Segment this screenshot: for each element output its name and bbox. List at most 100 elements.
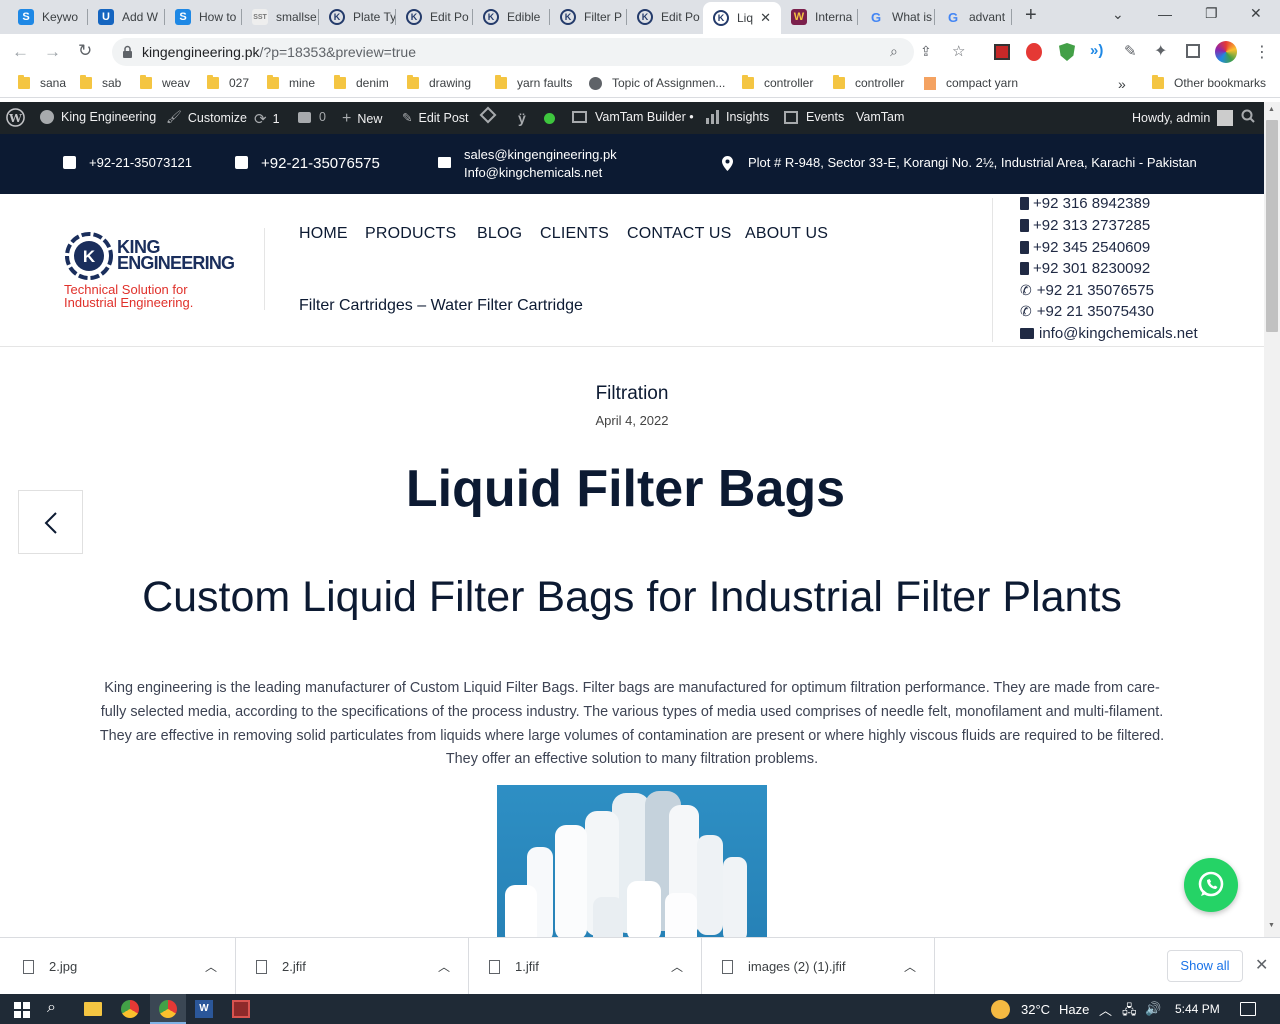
share-icon[interactable]: ⇪ bbox=[920, 43, 932, 60]
volume-icon[interactable]: 🔊 bbox=[1145, 1001, 1161, 1017]
seo-status-icon[interactable] bbox=[544, 113, 555, 124]
download-item[interactable]: 2.jfif ︿ bbox=[236, 938, 469, 995]
bookmark-link[interactable]: Topic of Assignmen... bbox=[589, 76, 725, 90]
nav-products[interactable]: PRODUCTS bbox=[365, 225, 456, 243]
nav-blog[interactable]: BLOG bbox=[477, 225, 522, 243]
nav-clients[interactable]: CLIENTS bbox=[540, 225, 609, 243]
wp-vamtam-link[interactable]: VamTam bbox=[856, 110, 904, 124]
clock[interactable]: 5:44 PM bbox=[1175, 1002, 1220, 1016]
scroll-down-arrow[interactable]: ▼ bbox=[1268, 922, 1275, 929]
wp-customize-link[interactable]: 🖌 Customize bbox=[166, 110, 247, 125]
contact-phone[interactable]: +92-21-35076575 bbox=[261, 155, 380, 172]
bookmark-folder[interactable]: mine bbox=[267, 75, 315, 90]
windows-start-icon[interactable] bbox=[14, 1002, 30, 1018]
bookmark-folder[interactable]: controller bbox=[833, 75, 904, 90]
network-icon[interactable]: 🖧 bbox=[1122, 1001, 1137, 1023]
wordpress-icon[interactable]: W bbox=[6, 108, 25, 127]
close-icon[interactable]: ✕ bbox=[1255, 955, 1268, 975]
wp-events-link[interactable]: Events bbox=[784, 110, 844, 124]
tab-search-icon[interactable]: ⌄ bbox=[1112, 6, 1124, 23]
wp-updates-link[interactable]: ⟳ 1 bbox=[254, 110, 280, 128]
browser-tab[interactable]: K Plate Ty bbox=[319, 4, 396, 30]
wp-new-link[interactable]: + New bbox=[342, 110, 382, 128]
chevron-up-icon[interactable]: ︿ bbox=[205, 958, 217, 975]
wp-comments-link[interactable]: 0 bbox=[298, 110, 326, 124]
post-category[interactable]: Filtration bbox=[0, 383, 1264, 405]
landline-number[interactable]: ✆ +92 21 35075430 bbox=[1020, 303, 1154, 320]
browser-tab[interactable]: K Edit Po bbox=[627, 4, 703, 30]
mobile-number[interactable]: +92 313 2737285 bbox=[1020, 217, 1150, 234]
browser-tab[interactable]: SST smallse bbox=[242, 4, 319, 30]
weather-temp[interactable]: 32°C bbox=[1021, 1002, 1050, 1017]
browser-tab[interactable]: K Edit Po bbox=[396, 4, 473, 30]
reload-icon[interactable]: ↻ bbox=[78, 41, 92, 61]
bookmark-folder[interactable]: drawing bbox=[407, 75, 471, 90]
weather-condition[interactable]: Haze bbox=[1059, 1002, 1089, 1017]
more-bookmarks-button[interactable]: » bbox=[1118, 76, 1126, 92]
sidepanel-icon[interactable] bbox=[1186, 44, 1200, 58]
mobile-number[interactable]: +92 345 2540609 bbox=[1020, 239, 1150, 256]
download-item[interactable]: images (2) (1).jfif ︿ bbox=[702, 938, 935, 995]
bookmark-folder[interactable]: sana bbox=[18, 75, 66, 90]
show-all-button[interactable]: Show all bbox=[1167, 950, 1243, 982]
winrar-icon[interactable] bbox=[232, 1000, 250, 1018]
bookmark-star-icon[interactable]: ☆ bbox=[952, 42, 965, 60]
diamond-icon[interactable] bbox=[479, 106, 497, 124]
bookmark-folder[interactable]: controller bbox=[742, 75, 813, 90]
chevron-up-icon[interactable]: ︿ bbox=[438, 958, 450, 975]
contact-email[interactable]: sales@kingengineering.pk bbox=[464, 147, 617, 162]
notifications-icon[interactable] bbox=[1240, 1002, 1256, 1016]
close-window-button[interactable]: ✕ bbox=[1250, 5, 1262, 22]
wp-builder-link[interactable]: VamTam Builder • bbox=[572, 110, 694, 124]
site-logo[interactable]: K bbox=[64, 231, 114, 281]
wifi-extension-icon[interactable]: ») bbox=[1090, 42, 1103, 59]
chrome-icon[interactable] bbox=[121, 1000, 139, 1018]
landline-number[interactable]: ✆ +92 21 35076575 bbox=[1020, 282, 1154, 299]
bookmark-folder[interactable]: denim bbox=[334, 75, 389, 90]
shield-icon[interactable] bbox=[1059, 43, 1075, 61]
bookmark-link[interactable]: compact yarn bbox=[924, 76, 1018, 90]
nav-home[interactable]: HOME bbox=[299, 225, 348, 243]
forward-icon[interactable]: → bbox=[44, 42, 61, 62]
chevron-up-icon[interactable]: ︿ bbox=[1099, 1000, 1112, 1019]
vertical-scrollbar[interactable]: ▲ ▼ bbox=[1264, 102, 1280, 937]
wp-account-link[interactable]: Howdy, admin bbox=[1132, 110, 1234, 126]
mobile-number[interactable]: +92 301 8230092 bbox=[1020, 260, 1150, 277]
opera-icon[interactable] bbox=[1026, 43, 1042, 61]
search-icon[interactable]: ⌕ bbox=[47, 999, 56, 1017]
weather-icon[interactable] bbox=[991, 1000, 1010, 1019]
bookmark-folder[interactable]: weav bbox=[140, 75, 190, 90]
whatsapp-button[interactable] bbox=[1184, 858, 1238, 912]
nav-filter-cartridges[interactable]: Filter Cartridges – Water Filter Cartrid… bbox=[299, 297, 583, 315]
restore-button[interactable]: ❐ bbox=[1205, 5, 1218, 22]
browser-tab[interactable]: K Filter P bbox=[550, 4, 627, 30]
browser-tab[interactable]: W Interna bbox=[781, 4, 858, 30]
other-bookmarks[interactable]: Other bookmarks bbox=[1152, 75, 1266, 90]
wp-insights-link[interactable]: Insights bbox=[706, 110, 769, 124]
search-icon[interactable]: ⌕ bbox=[890, 43, 898, 60]
avatar[interactable] bbox=[1215, 41, 1237, 63]
menu-icon[interactable]: ⋮ bbox=[1254, 42, 1270, 62]
scroll-thumb[interactable] bbox=[1266, 120, 1278, 332]
chevron-up-icon[interactable]: ︿ bbox=[904, 958, 916, 975]
new-tab-button[interactable]: + bbox=[1025, 4, 1037, 27]
contact-email[interactable]: Info@kingchemicals.net bbox=[464, 165, 602, 180]
wp-edit-post-link[interactable]: ✎ Edit Post bbox=[402, 110, 469, 126]
bookmark-folder[interactable]: 027 bbox=[207, 75, 249, 90]
browser-tab[interactable]: U Add W bbox=[88, 4, 165, 30]
address-bar[interactable]: kingengineering.pk/?p=18353&preview=true… bbox=[112, 38, 965, 66]
extension-icon[interactable] bbox=[994, 44, 1010, 60]
nav-about-us[interactable]: ABOUT US bbox=[745, 225, 828, 243]
download-item[interactable]: 2.jpg ︿ bbox=[3, 938, 236, 995]
bookmark-folder[interactable]: yarn faults bbox=[495, 75, 572, 90]
download-item[interactable]: 1.jfif ︿ bbox=[469, 938, 702, 995]
puzzle-icon[interactable]: ✦ bbox=[1154, 41, 1167, 61]
browser-tab[interactable]: K Edible bbox=[473, 4, 550, 30]
browser-tab[interactable]: S Keywo bbox=[8, 4, 88, 30]
file-explorer-icon[interactable] bbox=[84, 1002, 102, 1016]
back-icon[interactable]: ← bbox=[12, 42, 29, 62]
nav-contact-us[interactable]: CONTACT US bbox=[627, 225, 732, 243]
close-icon[interactable]: ✕ bbox=[760, 10, 771, 26]
browser-tab[interactable]: G advant bbox=[935, 4, 1012, 30]
minimize-button[interactable]: — bbox=[1158, 6, 1172, 22]
